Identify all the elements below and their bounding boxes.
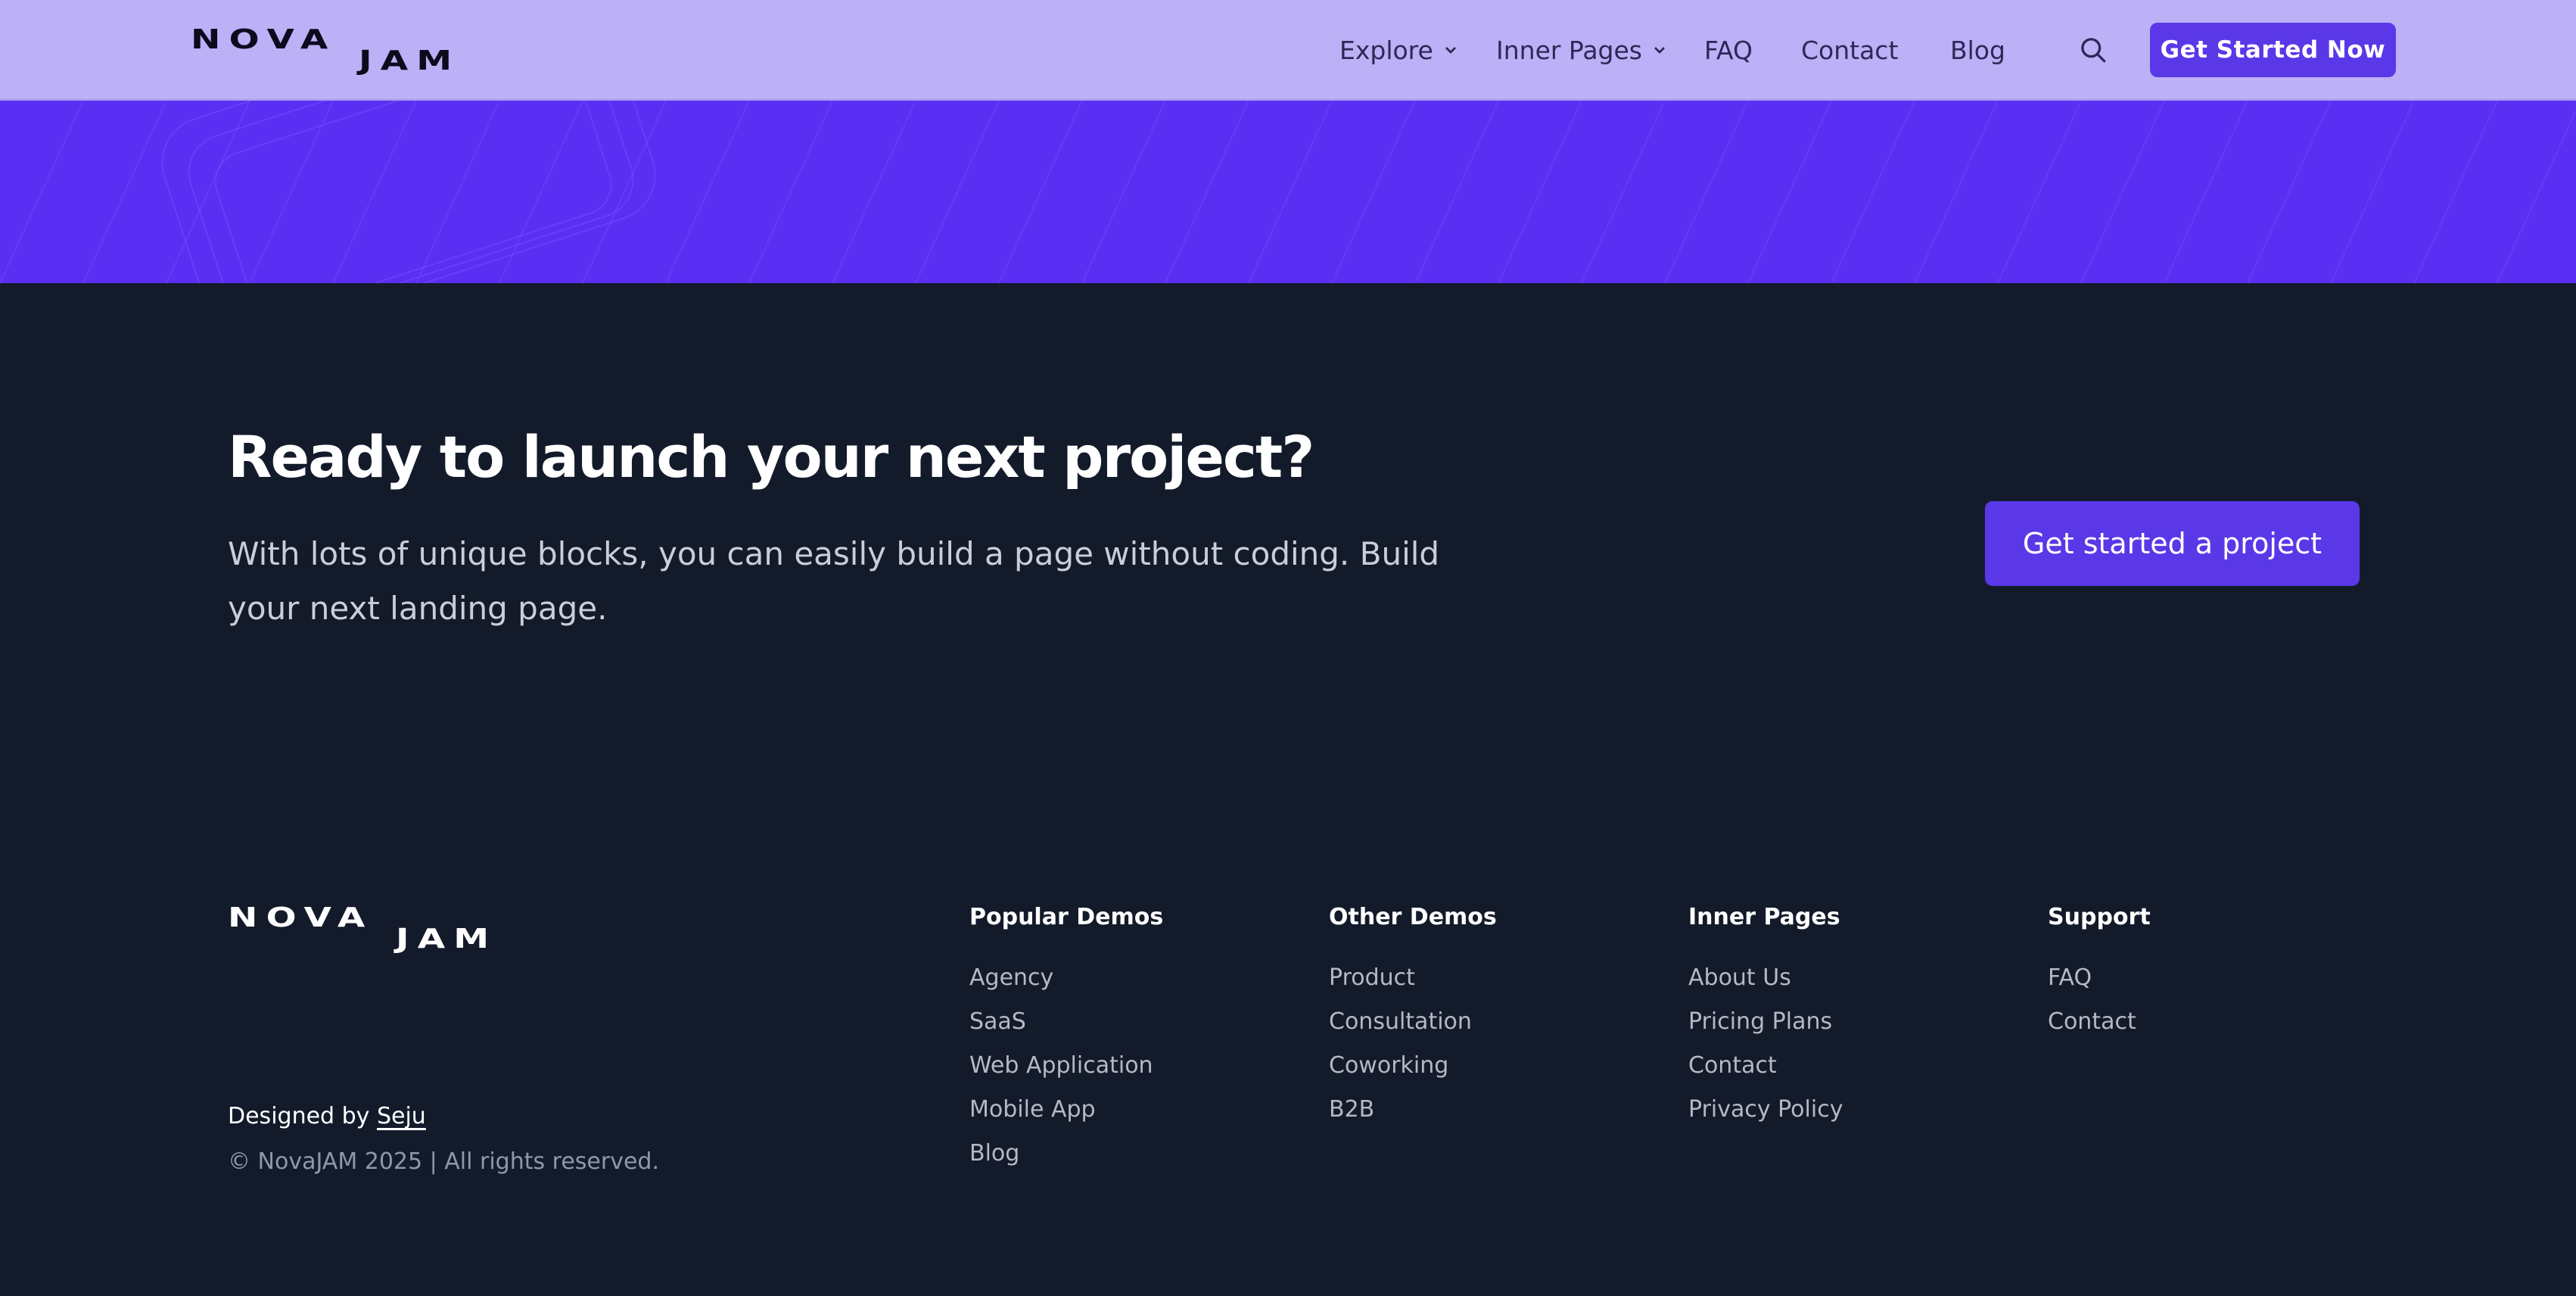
- footer-link-web-application[interactable]: Web Application: [969, 1052, 1153, 1079]
- nav-item-label: Blog: [1950, 35, 2005, 65]
- cta-title: Ready to launch your next project?: [228, 423, 1314, 491]
- designed-by-prefix: Designed by: [228, 1103, 370, 1129]
- chevron-down-icon: [1654, 47, 1665, 54]
- footer-link-pricing-plans[interactable]: Pricing Plans: [1688, 1008, 1832, 1035]
- hero-band: [0, 101, 2576, 283]
- footer-link-faq[interactable]: FAQ: [2048, 964, 2092, 991]
- nav-item-label: Explore: [1339, 35, 1433, 65]
- cta-description: With lots of unique blocks, you can easi…: [228, 535, 1440, 627]
- footer-column-heading: Inner Pages: [1688, 904, 1840, 930]
- search-button[interactable]: [2077, 33, 2110, 67]
- footer-column-inner-pages: Inner Pages About Us Pricing Plans Conta…: [1688, 904, 2021, 1140]
- footer-column-support: Support FAQ Contact: [2048, 904, 2381, 1052]
- get-started-project-button[interactable]: Get started a project: [1985, 501, 2360, 586]
- search-icon: [2081, 38, 2106, 63]
- nav-item-contact[interactable]: Contact: [1801, 27, 1898, 73]
- footer-column-popular-demos: Popular Demos Agency SaaS Web Applicatio…: [969, 904, 1302, 1184]
- nav-item-label: Contact: [1801, 35, 1899, 65]
- footer-link-consultation[interactable]: Consultation: [1329, 1008, 1472, 1035]
- copyright: © NovaJAM 2025 | All rights reserved.: [228, 1148, 659, 1175]
- footer-column-other-demos: Other Demos Product Consultation Coworki…: [1329, 904, 1662, 1140]
- footer-link-blog[interactable]: Blog: [969, 1140, 1019, 1167]
- nav-item-inner-pages[interactable]: Inner Pages: [1496, 27, 1666, 73]
- cta-section: Ready to launch your next project? With …: [0, 283, 2576, 813]
- footer-logo[interactable]: NOVA JAM: [228, 904, 530, 952]
- footer-link-mobile-app[interactable]: Mobile App: [969, 1096, 1096, 1123]
- footer-link-saas[interactable]: SaaS: [969, 1008, 1026, 1035]
- footer-link-about-us[interactable]: About Us: [1688, 964, 1791, 991]
- footer-link-product[interactable]: Product: [1329, 964, 1415, 991]
- footer-column-heading: Other Demos: [1329, 904, 1497, 930]
- nav-item-explore[interactable]: Explore: [1339, 27, 1458, 73]
- footer-link-contact-support[interactable]: Contact: [2048, 1008, 2136, 1035]
- logo-word-jam: JAM: [396, 922, 498, 955]
- get-started-now-button[interactable]: Get Started Now: [2150, 23, 2396, 77]
- nav-item-blog[interactable]: Blog: [1950, 27, 2005, 73]
- designed-by-line: Designed by Seju: [228, 1103, 426, 1129]
- footer-column-heading: Popular Demos: [969, 904, 1164, 930]
- hero-band-pattern: [0, 101, 2576, 283]
- footer-link-b2b[interactable]: B2B: [1329, 1096, 1374, 1123]
- logo-word-nova: NOVA: [228, 901, 374, 933]
- footer-link-privacy-policy[interactable]: Privacy Policy: [1688, 1096, 1843, 1123]
- footer-link-agency[interactable]: Agency: [969, 964, 1053, 991]
- footer-link-contact[interactable]: Contact: [1688, 1052, 1777, 1079]
- nav-item-label: FAQ: [1704, 35, 1753, 65]
- chevron-down-icon: [1445, 47, 1456, 54]
- top-navbar: NOVA JAM Explore Inner Pages FAQ Contact…: [0, 0, 2576, 101]
- designer-link[interactable]: Seju: [377, 1103, 426, 1129]
- footer-column-heading: Support: [2048, 904, 2151, 930]
- nav-item-faq[interactable]: FAQ: [1704, 27, 1753, 73]
- nav-item-label: Inner Pages: [1496, 35, 1643, 65]
- footer-link-coworking[interactable]: Coworking: [1329, 1052, 1448, 1079]
